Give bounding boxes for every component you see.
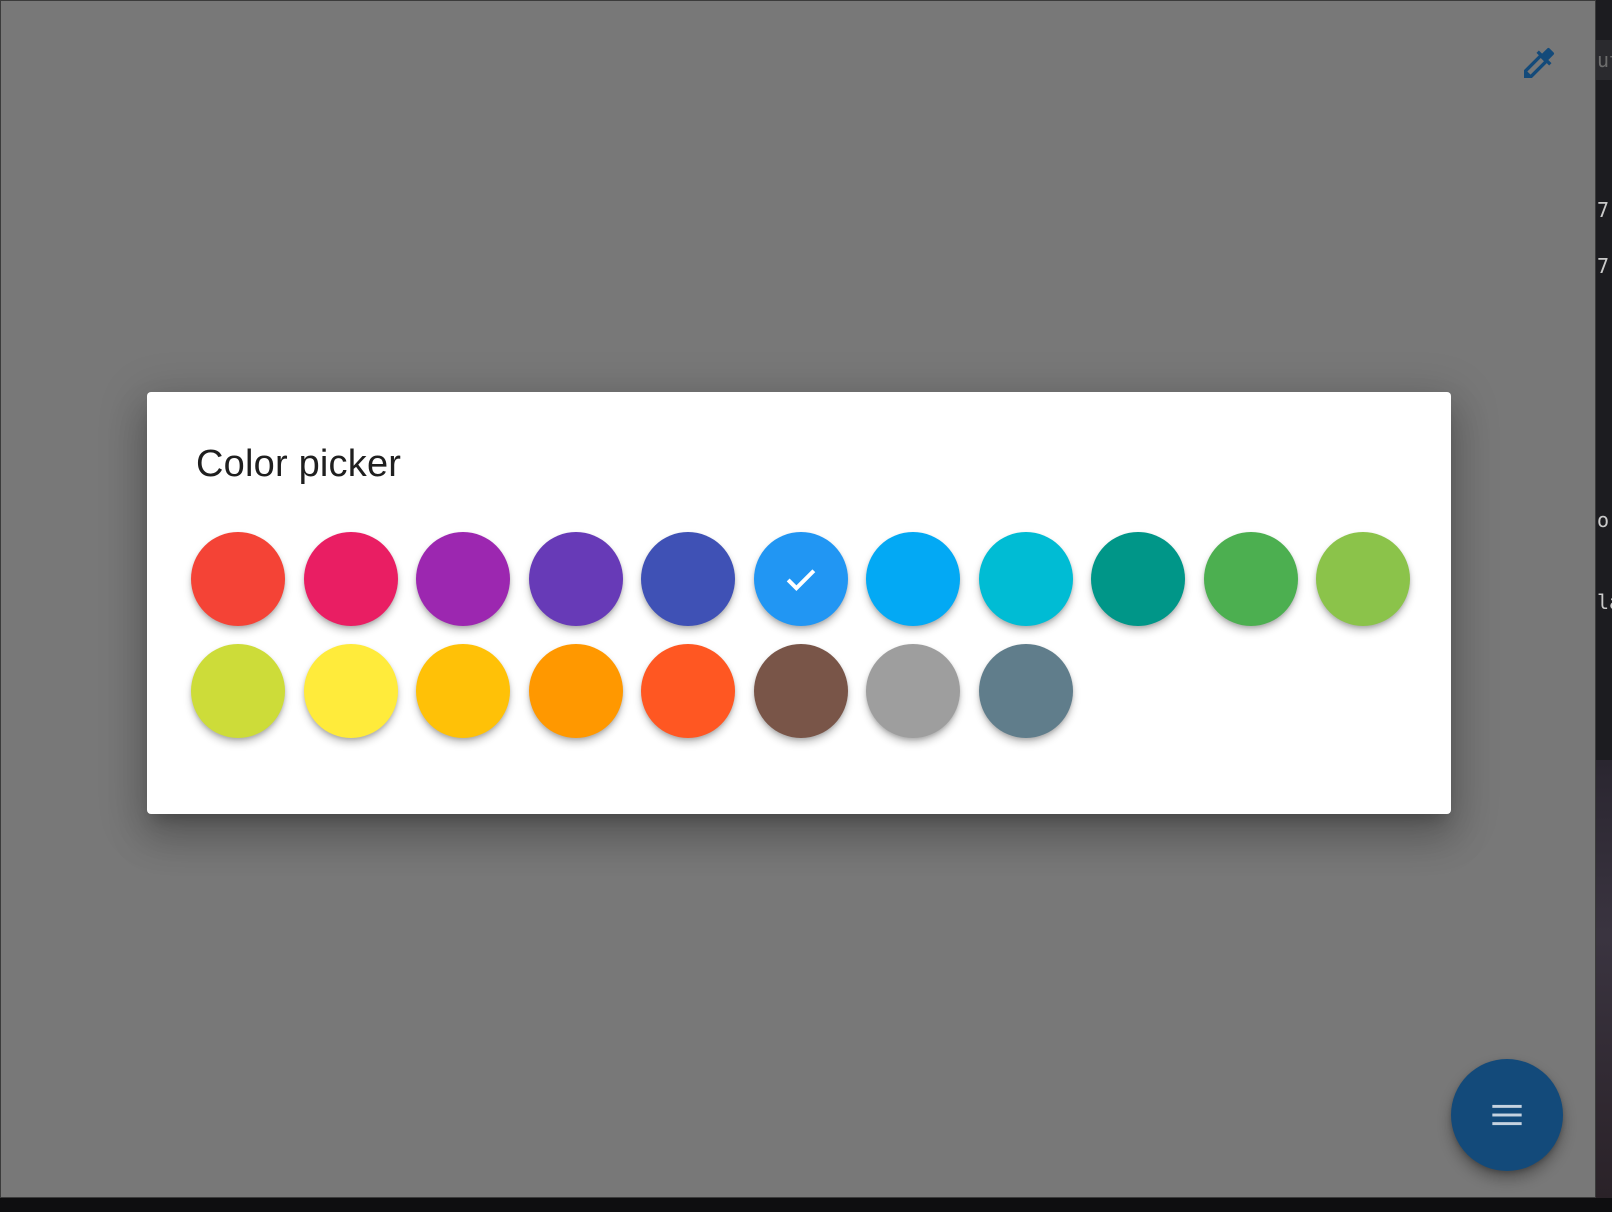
color-swatch-blue-grey[interactable] [979,644,1073,738]
editor-text-fragment: o [1597,508,1610,532]
color-swatch-light-green[interactable] [1316,532,1410,626]
menu-icon [1492,1104,1522,1126]
background-editor-window: ut 7( 7( o la [1596,0,1612,1198]
app-window: Color picker [0,0,1596,1198]
color-swatch-green[interactable] [1204,532,1298,626]
color-swatch-lime[interactable] [191,644,285,738]
color-picker-dialog: Color picker [147,392,1451,814]
color-swatch-amber[interactable] [416,644,510,738]
color-swatch-yellow[interactable] [304,644,398,738]
color-swatch-indigo[interactable] [641,532,735,626]
eyedropper-icon [1524,47,1555,78]
color-swatch-purple[interactable] [416,532,510,626]
color-swatch-cyan[interactable] [979,532,1073,626]
color-swatch-grey[interactable] [866,644,960,738]
color-swatch-red[interactable] [191,532,285,626]
editor-text-fragment: ut [1597,48,1612,72]
check-icon [786,569,816,592]
color-swatch-pink[interactable] [304,532,398,626]
editor-text-fragment: la [1597,590,1612,614]
color-swatch-blue[interactable] [754,532,848,626]
color-swatch-teal[interactable] [1091,532,1185,626]
color-swatch-orange[interactable] [529,644,623,738]
menu-fab-button[interactable] [1451,1059,1563,1171]
color-swatch-deep-orange[interactable] [641,644,735,738]
desktop-background [0,1198,1612,1212]
desktop-wallpaper [1596,760,1612,1198]
color-swatch-brown[interactable] [754,644,848,738]
dialog-title: Color picker [196,443,402,485]
editor-text-fragment: 7( [1597,198,1612,222]
editor-text-fragment: 7( [1597,254,1612,278]
color-swatch-light-blue[interactable] [866,532,960,626]
eyedropper-button[interactable] [1515,39,1563,87]
color-swatch-deep-purple[interactable] [529,532,623,626]
